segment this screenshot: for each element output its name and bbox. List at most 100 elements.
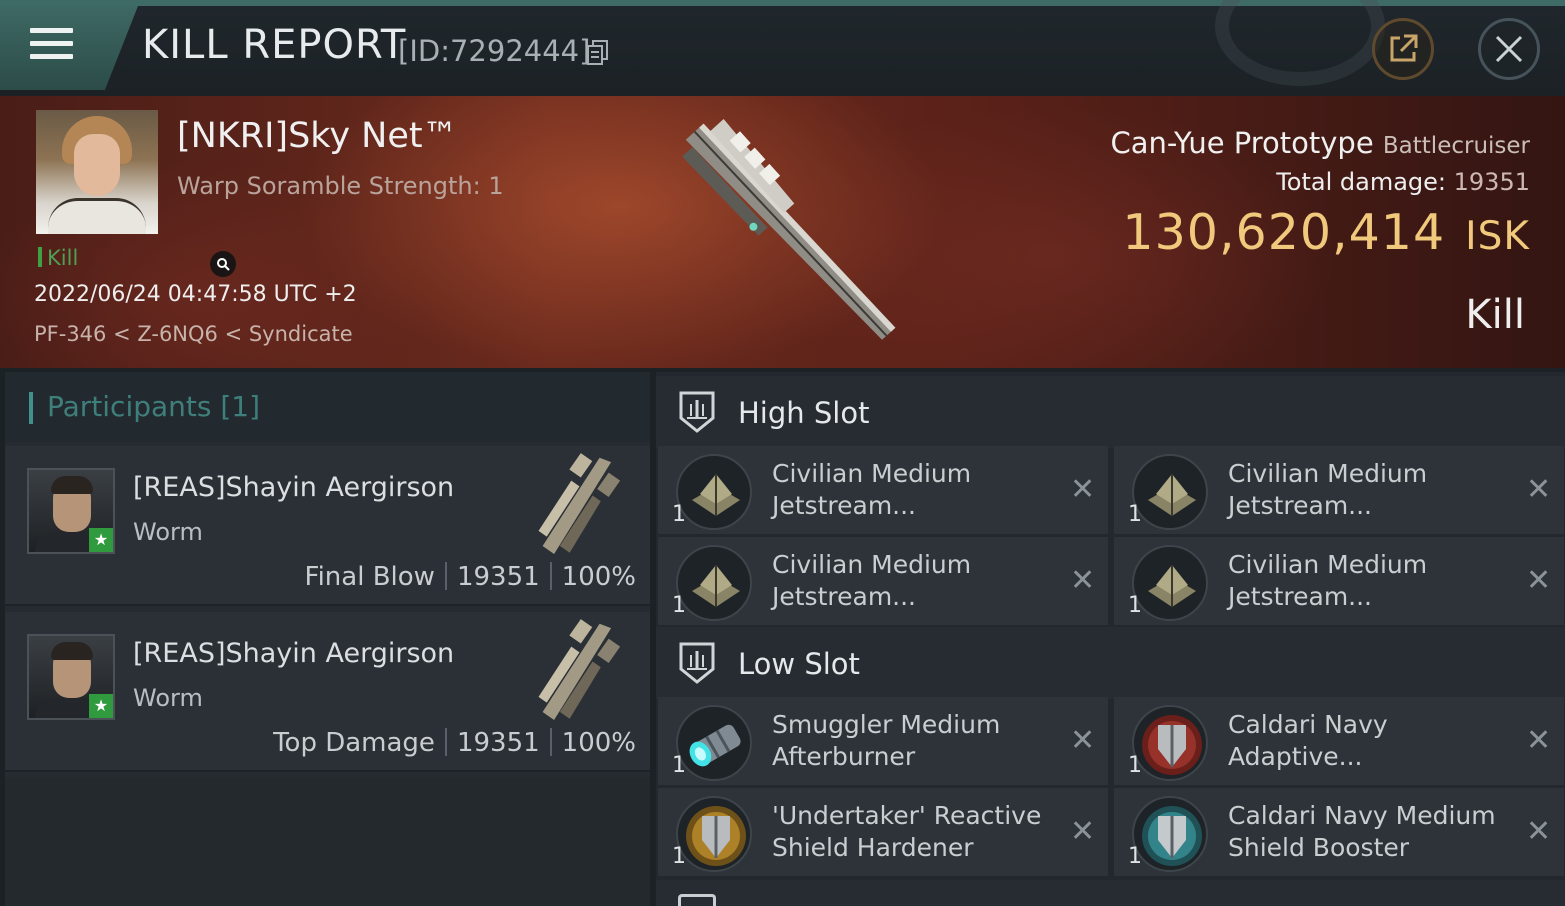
module-quantity: 1 (672, 502, 686, 527)
report-id: [ID:7292444] (398, 34, 591, 68)
module-quantity: 1 (672, 593, 686, 618)
victim-summary: [NKRI]Sky Net™ Warp Soramble Strength: 1… (0, 96, 1565, 368)
hamburger-menu-icon[interactable] (30, 28, 73, 62)
participant-percent: 100% (561, 728, 636, 758)
participant-row[interactable]: ★ [REAS]Shayin Aergirson Worm Top Damage… (5, 612, 650, 772)
participant-role: Top Damage (273, 728, 435, 758)
high-slot-icon (679, 391, 715, 433)
module-quantity: 1 (1128, 753, 1142, 778)
share-button[interactable] (1372, 18, 1434, 80)
participant-percent: 100% (561, 562, 636, 592)
close-icon[interactable]: ✕ (1070, 723, 1095, 758)
module-item[interactable]: 1 Civilian Medium Jetstream... ✕ (658, 446, 1108, 534)
participant-ship-image[interactable] (517, 614, 642, 734)
module-name: Civilian Medium Jetstream... (1228, 459, 1428, 520)
module-item[interactable]: 1 Civilian Medium Jetstream... ✕ (658, 537, 1108, 625)
module-quantity: 1 (1128, 593, 1142, 618)
low-slot-icon (679, 642, 715, 684)
participants-title: Participants [1] (47, 390, 261, 423)
jetstream-icon (676, 454, 752, 530)
star-icon: ★ (89, 528, 113, 552)
ship-name-text: Can-Yue Prototype (1110, 126, 1374, 160)
module-item[interactable]: 1 'Undertaker' Reactive Shield Hardener … (658, 788, 1108, 876)
close-icon[interactable]: ✕ (1070, 563, 1095, 598)
module-item[interactable]: 1 Civilian Medium Jetstream... ✕ (1114, 446, 1564, 534)
participant-row[interactable]: ★ [REAS]Shayin Aergirson Worm Final Blow… (5, 446, 650, 606)
afterburner-icon (676, 705, 752, 781)
module-name: Smuggler Medium Afterburner (772, 710, 1001, 771)
close-icon[interactable]: ✕ (1070, 814, 1095, 849)
victim-ship-name[interactable]: Can-Yue Prototype Battlecruiser (1111, 126, 1530, 160)
participant-stats: Final Blow 19351 100% (305, 562, 636, 592)
participant-name[interactable]: [REAS]Shayin Aergirson (133, 472, 454, 503)
kill-location[interactable]: PF-346 < Z-6NQ6 < Syndicate (34, 322, 353, 346)
module-name: Civilian Medium Jetstream... (772, 459, 972, 520)
isk-amount: 130,620,414 (1122, 204, 1446, 261)
warp-scramble-strength: Warp Soramble Strength: 1 (177, 172, 504, 200)
module-item[interactable]: 1 Smuggler Medium Afterburner ✕ (658, 697, 1108, 785)
kill-datetime: 2022/06/24 04:47:58 UTC +2 (34, 282, 357, 307)
zoom-icon[interactable] (210, 251, 236, 277)
close-icon[interactable]: ✕ (1526, 814, 1551, 849)
participant-ship: Worm (133, 684, 203, 712)
close-button[interactable] (1478, 18, 1540, 80)
isk-value: 130,620,414 ISK (1122, 204, 1530, 261)
participant-ship: Worm (133, 518, 203, 546)
module-name: 'Undertaker' Reactive Shield Hardener (772, 801, 1042, 862)
close-icon (1495, 35, 1523, 63)
module-quantity: 1 (672, 753, 686, 778)
shield-hardener-gold-icon (676, 796, 752, 872)
module-item[interactable]: 1 Civilian Medium Jetstream... ✕ (1114, 537, 1564, 625)
participant-ship-image[interactable] (517, 448, 642, 568)
shield-hardener-red-icon (1132, 705, 1208, 781)
module-quantity: 1 (1128, 502, 1142, 527)
ship-class: Battlecruiser (1382, 133, 1530, 159)
participants-panel: Participants [1] ★ [REAS]Shayin Aergirso… (5, 372, 650, 906)
module-item[interactable]: 1 Caldari Navy Adaptive... ✕ (1114, 697, 1564, 785)
jetstream-icon (676, 545, 752, 621)
module-name: Civilian Medium Jetstream... (1228, 550, 1428, 611)
participant-damage: 19351 (456, 562, 540, 592)
participant-name[interactable]: [REAS]Shayin Aergirson (133, 638, 454, 669)
isk-unit: ISK (1465, 214, 1530, 259)
close-icon[interactable]: ✕ (1526, 563, 1551, 598)
low-slot-header: Low Slot (656, 627, 1565, 699)
total-damage-value: 19351 (1453, 168, 1530, 196)
close-icon[interactable]: ✕ (1070, 472, 1095, 507)
module-quantity: 1 (672, 844, 686, 869)
high-slot-title: High Slot (738, 396, 870, 430)
close-icon[interactable]: ✕ (1526, 472, 1551, 507)
module-name: Caldari Navy Adaptive... (1228, 710, 1388, 771)
participant-role: Final Blow (304, 562, 435, 592)
external-link-icon (1390, 34, 1418, 62)
high-slot-header: High Slot (656, 376, 1565, 448)
module-name: Civilian Medium Jetstream... (772, 550, 972, 611)
jetstream-icon (1132, 454, 1208, 530)
module-item[interactable]: 1 Caldari Navy Medium Shield Booster ✕ (1114, 788, 1564, 876)
participant-damage: 19351 (456, 728, 540, 758)
page-title: KILL REPORT (142, 22, 407, 68)
participant-avatar[interactable]: ★ (27, 468, 115, 554)
participant-avatar[interactable]: ★ (27, 634, 115, 720)
victim-ship-image[interactable] (630, 102, 940, 362)
mid-slot-header-partial (656, 880, 1565, 906)
module-name: Caldari Navy Medium Shield Booster (1228, 801, 1496, 862)
participants-empty-area (5, 778, 650, 906)
kill-tag-label: Kill (47, 246, 79, 270)
result-label: Kill (1465, 292, 1525, 338)
participants-header: Participants [1] (5, 372, 650, 442)
search-icon (217, 258, 230, 271)
close-icon[interactable]: ✕ (1526, 723, 1551, 758)
module-quantity: 1 (1128, 844, 1142, 869)
participant-stats: Top Damage 19351 100% (273, 728, 636, 758)
fitting-panel: High Slot 1 Civilian Medium Jetstream...… (656, 372, 1565, 906)
total-damage: Total damage: 19351 (1276, 168, 1530, 196)
mid-slot-icon (678, 894, 716, 906)
background-decoration (1215, 0, 1385, 86)
low-slot-title: Low Slot (738, 647, 860, 681)
copy-icon[interactable] (587, 40, 609, 66)
star-icon: ★ (89, 694, 113, 718)
victim-avatar[interactable] (36, 110, 158, 234)
shield-booster-icon (1132, 796, 1208, 872)
victim-name[interactable]: [NKRI]Sky Net™ (177, 116, 458, 156)
